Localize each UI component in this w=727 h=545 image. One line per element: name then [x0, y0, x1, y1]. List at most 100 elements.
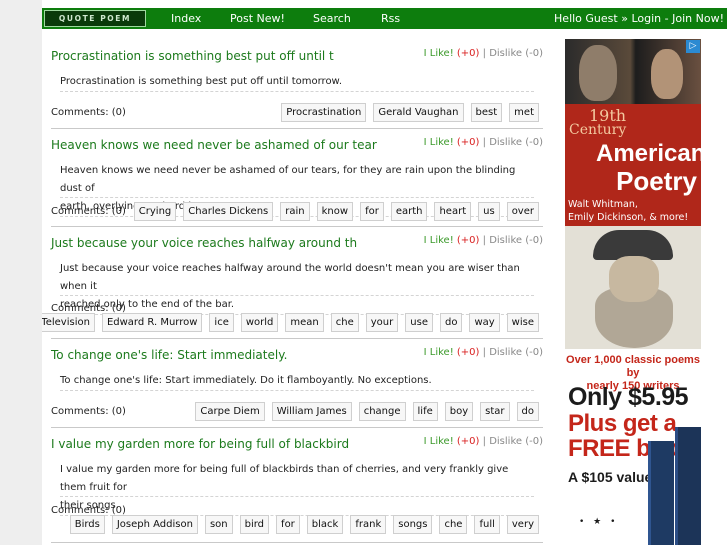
tag[interactable]: full: [474, 515, 500, 534]
vote-box: I Like! (+0) | Dislike (-0): [424, 235, 543, 246]
ad-century-word: Century: [569, 122, 627, 138]
quote-line: Just because your voice reaches halfway …: [60, 260, 534, 296]
portrait-image: [579, 45, 617, 101]
tag[interactable]: wise: [506, 313, 539, 332]
tag[interactable]: mean: [285, 313, 324, 332]
tag[interactable]: William James: [271, 402, 352, 421]
tag[interactable]: use: [405, 313, 433, 332]
tag-list: Carpe Diem William James change life boy…: [195, 402, 539, 421]
quote-title[interactable]: Procrastination is something best put of…: [51, 49, 334, 63]
dislike-button[interactable]: Dislike (-0): [489, 347, 543, 358]
quote-feed: Procrastination is something best put of…: [42, 40, 543, 543]
quote-line: Procrastination is something best put of…: [60, 73, 534, 92]
ad-headline-panel: 19th Century American Poetry Walt Whitma…: [565, 104, 701, 226]
like-count: (+0): [456, 235, 480, 246]
tag[interactable]: Edward R. Murrow: [101, 313, 203, 332]
top-navigation-bar: QUOTE POEM Index Post New! Search Rss He…: [42, 8, 727, 29]
comments-link[interactable]: Comments: (0): [51, 107, 126, 118]
ad-poet-portrait-image: [565, 226, 701, 349]
nav-index[interactable]: Index: [171, 12, 201, 25]
quote-title[interactable]: To change one's life: Start immediately.: [51, 348, 287, 362]
like-button[interactable]: I Like!: [424, 137, 454, 148]
tag[interactable]: met: [509, 103, 539, 122]
tag[interactable]: for: [276, 515, 300, 534]
tag[interactable]: son: [204, 515, 233, 534]
ad-portraits-image: ▷: [565, 39, 701, 104]
like-button[interactable]: I Like!: [424, 436, 454, 447]
tag[interactable]: star: [480, 402, 510, 421]
tag[interactable]: Joseph Addison: [111, 515, 198, 534]
tag[interactable]: Charles Dickens: [183, 202, 274, 221]
quote-post: Heaven knows we need never be ashamed of…: [51, 129, 543, 227]
greeting-separator: -: [664, 12, 669, 25]
tag[interactable]: ice: [209, 313, 234, 332]
tag[interactable]: bird: [239, 515, 270, 534]
quote-line: their songs.: [60, 497, 534, 516]
site-logo[interactable]: QUOTE POEM: [44, 10, 146, 27]
join-now-link[interactable]: Join Now!: [672, 12, 724, 25]
tag[interactable]: life: [412, 402, 438, 421]
ad-offer-panel: Over 1,000 classic poems by nearly 150 w…: [565, 349, 701, 545]
tag[interactable]: best: [470, 103, 503, 122]
book-image: [648, 441, 674, 545]
tag[interactable]: way: [469, 313, 500, 332]
tag[interactable]: know: [316, 202, 354, 221]
tag[interactable]: for: [360, 202, 384, 221]
ad-authors-line: Emily Dickinson, & more!: [568, 212, 689, 223]
tag[interactable]: Birds: [69, 515, 105, 534]
tag[interactable]: frank: [350, 515, 387, 534]
sidebar-advertisement[interactable]: ▷ 19th Century American Poetry Walt Whit…: [565, 39, 701, 545]
tag[interactable]: change: [358, 402, 406, 421]
login-link[interactable]: Login: [631, 12, 661, 25]
nav-post-new[interactable]: Post New!: [230, 12, 285, 25]
nav-search[interactable]: Search: [313, 12, 351, 25]
quote-text: Just because your voice reaches halfway …: [60, 260, 534, 315]
like-button[interactable]: I Like!: [424, 347, 454, 358]
comments-link[interactable]: Comments: (0): [51, 206, 126, 217]
tag[interactable]: Carpe Diem: [195, 402, 265, 421]
tag[interactable]: world: [240, 313, 279, 332]
tag[interactable]: do: [439, 313, 463, 332]
like-button[interactable]: I Like!: [424, 48, 454, 59]
tag[interactable]: Gerald Vaughan: [373, 103, 464, 122]
tag[interactable]: songs: [393, 515, 433, 534]
nav-rss[interactable]: Rss: [381, 12, 400, 25]
tag[interactable]: very: [506, 515, 539, 534]
quote-title[interactable]: Just because your voice reaches halfway …: [51, 236, 357, 250]
quote-line: I value my garden more for being full of…: [60, 461, 534, 497]
tag[interactable]: Crying: [133, 202, 177, 221]
tag[interactable]: your: [365, 313, 399, 332]
like-button[interactable]: I Like!: [424, 235, 454, 246]
page: QUOTE POEM Index Post New! Search Rss He…: [42, 0, 727, 545]
dislike-button[interactable]: Dislike (-0): [489, 436, 543, 447]
tag[interactable]: heart: [434, 202, 472, 221]
vote-box: I Like! (+0) | Dislike (-0): [424, 137, 543, 148]
tag[interactable]: che: [439, 515, 468, 534]
like-count: (+0): [456, 137, 480, 148]
tag[interactable]: earth: [390, 202, 428, 221]
tag-list: Birds Joseph Addison son bird for black …: [69, 515, 539, 534]
dislike-button[interactable]: Dislike (-0): [489, 137, 543, 148]
tag[interactable]: che: [330, 313, 359, 332]
vote-separator: |: [482, 436, 487, 447]
tag-list: Crying Charles Dickens rain know for ear…: [133, 202, 539, 221]
tag[interactable]: do: [516, 402, 539, 421]
tag[interactable]: over: [506, 202, 539, 221]
book-image: [675, 427, 701, 545]
tag[interactable]: rain: [280, 202, 310, 221]
ad-headline-american: American: [596, 140, 701, 167]
dislike-button[interactable]: Dislike (-0): [489, 235, 543, 246]
tag[interactable]: boy: [444, 402, 474, 421]
dislike-button[interactable]: Dislike (-0): [489, 48, 543, 59]
tag[interactable]: Procrastination: [281, 103, 367, 122]
tag[interactable]: black: [306, 515, 344, 534]
ad-choices-icon[interactable]: ▷: [686, 40, 700, 53]
comments-link[interactable]: Comments: (0): [51, 406, 126, 417]
tag[interactable]: Television: [42, 313, 95, 332]
quote-title[interactable]: I value my garden more for being full of…: [51, 437, 349, 451]
quote-title[interactable]: Heaven knows we need never be ashamed of…: [51, 138, 377, 152]
tag[interactable]: us: [478, 202, 500, 221]
like-count: (+0): [456, 48, 480, 59]
greeting-text: Hello Guest »: [554, 12, 628, 25]
tag-list: Procrastination Gerald Vaughan best met: [281, 103, 539, 122]
